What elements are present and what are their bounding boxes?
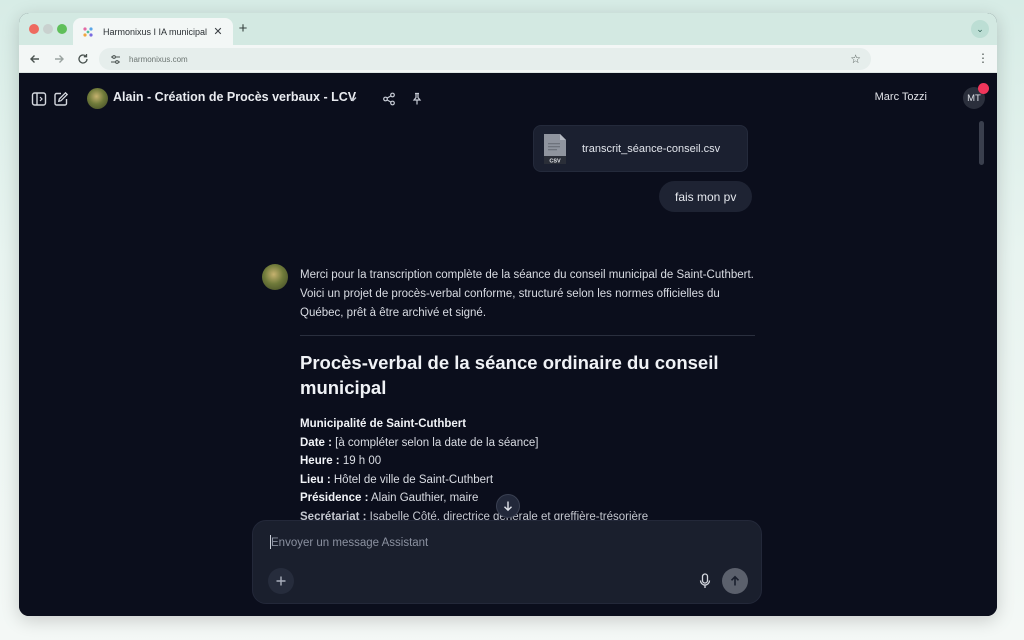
microphone-icon: [699, 573, 711, 588]
text-caret: [270, 535, 271, 549]
share-icon[interactable]: [380, 90, 398, 108]
chat-scrollbar[interactable]: [979, 121, 984, 165]
pv-field-presidence: Présidence : Alain Gauthier, maire: [300, 492, 479, 504]
notification-badge: [978, 83, 989, 94]
harmonixus-favicon-icon: [81, 25, 95, 39]
user-name: Marc Tozzi: [874, 91, 927, 103]
chat-app: Alain - Création de Procès verbaux - LCV…: [19, 73, 997, 616]
forward-arrow-icon[interactable]: [51, 51, 67, 67]
scroll-to-bottom-button[interactable]: [496, 494, 520, 518]
csv-file-icon: CSV: [542, 133, 568, 165]
site-settings-icon[interactable]: [109, 53, 121, 65]
tab-search-dropdown-icon[interactable]: ⌄: [971, 20, 989, 38]
assistant-avatar: [262, 264, 288, 290]
model-title[interactable]: Alain - Création de Procès verbaux - LCV: [113, 90, 356, 104]
toggle-sidebar-icon[interactable]: [30, 90, 48, 108]
add-attachment-button[interactable]: [268, 568, 294, 594]
attachment-file-name: transcrit_séance-conseil.csv: [582, 142, 721, 155]
tab-strip: Harmonixus I IA municipal ✕ + ⌄: [19, 13, 997, 45]
maximize-window-button[interactable]: [57, 24, 67, 34]
close-tab-icon[interactable]: ✕: [211, 25, 225, 38]
message-composer: [252, 520, 762, 604]
assistant-message: Merci pour la transcription complète de …: [300, 266, 755, 524]
bookmark-star-icon[interactable]: ☆: [850, 52, 861, 66]
user-message-bubble: fais mon pv: [659, 181, 753, 212]
new-tab-button[interactable]: +: [236, 20, 250, 38]
pv-municipality: Municipalité de Saint-Cuthbert: [300, 418, 467, 430]
plus-icon: [276, 576, 286, 586]
close-window-button[interactable]: [29, 24, 39, 34]
tab-title: Harmonixus I IA municipal: [103, 26, 208, 37]
pv-heading: Procès-verbal de la séance ordinaire du …: [300, 352, 719, 398]
browser-menu-icon[interactable]: ⋮: [977, 51, 989, 65]
minimize-window-button[interactable]: [43, 24, 53, 34]
microphone-button[interactable]: [696, 571, 714, 591]
arrow-down-icon: [504, 501, 512, 512]
pv-field-date: Date : [à compléter selon la date de la …: [300, 436, 539, 449]
model-avatar: [87, 88, 108, 109]
reload-icon[interactable]: [75, 51, 91, 67]
back-arrow-icon[interactable]: [27, 51, 43, 67]
browser-window: Harmonixus I IA municipal ✕ + ⌄ harmonix…: [19, 13, 997, 616]
svg-text:CSV: CSV: [549, 158, 561, 164]
url-text: harmonixus.com: [129, 54, 188, 64]
pv-field-lieu: Lieu : Hôtel de ville de Saint-Cuthbert: [300, 473, 494, 486]
browser-toolbar: harmonixus.com ☆ ⋮: [19, 45, 997, 73]
assistant-intro-text: Merci pour la transcription complète de …: [300, 269, 754, 319]
new-chat-icon[interactable]: [52, 90, 70, 108]
pin-icon[interactable]: [408, 90, 426, 108]
chat-header: Alain - Création de Procès verbaux - LCV…: [19, 73, 997, 123]
message-input[interactable]: [271, 534, 741, 552]
browser-tab[interactable]: Harmonixus I IA municipal ✕: [73, 18, 233, 45]
attachment-card[interactable]: CSV transcrit_séance-conseil.csv: [533, 125, 748, 172]
pv-field-heure: Heure : 19 h 00: [300, 455, 382, 467]
address-bar[interactable]: harmonixus.com ☆: [99, 48, 871, 70]
send-button[interactable]: [722, 568, 748, 594]
arrow-up-icon: [730, 575, 740, 586]
message-divider: [300, 335, 755, 336]
model-chevron-down-icon[interactable]: [347, 92, 359, 104]
